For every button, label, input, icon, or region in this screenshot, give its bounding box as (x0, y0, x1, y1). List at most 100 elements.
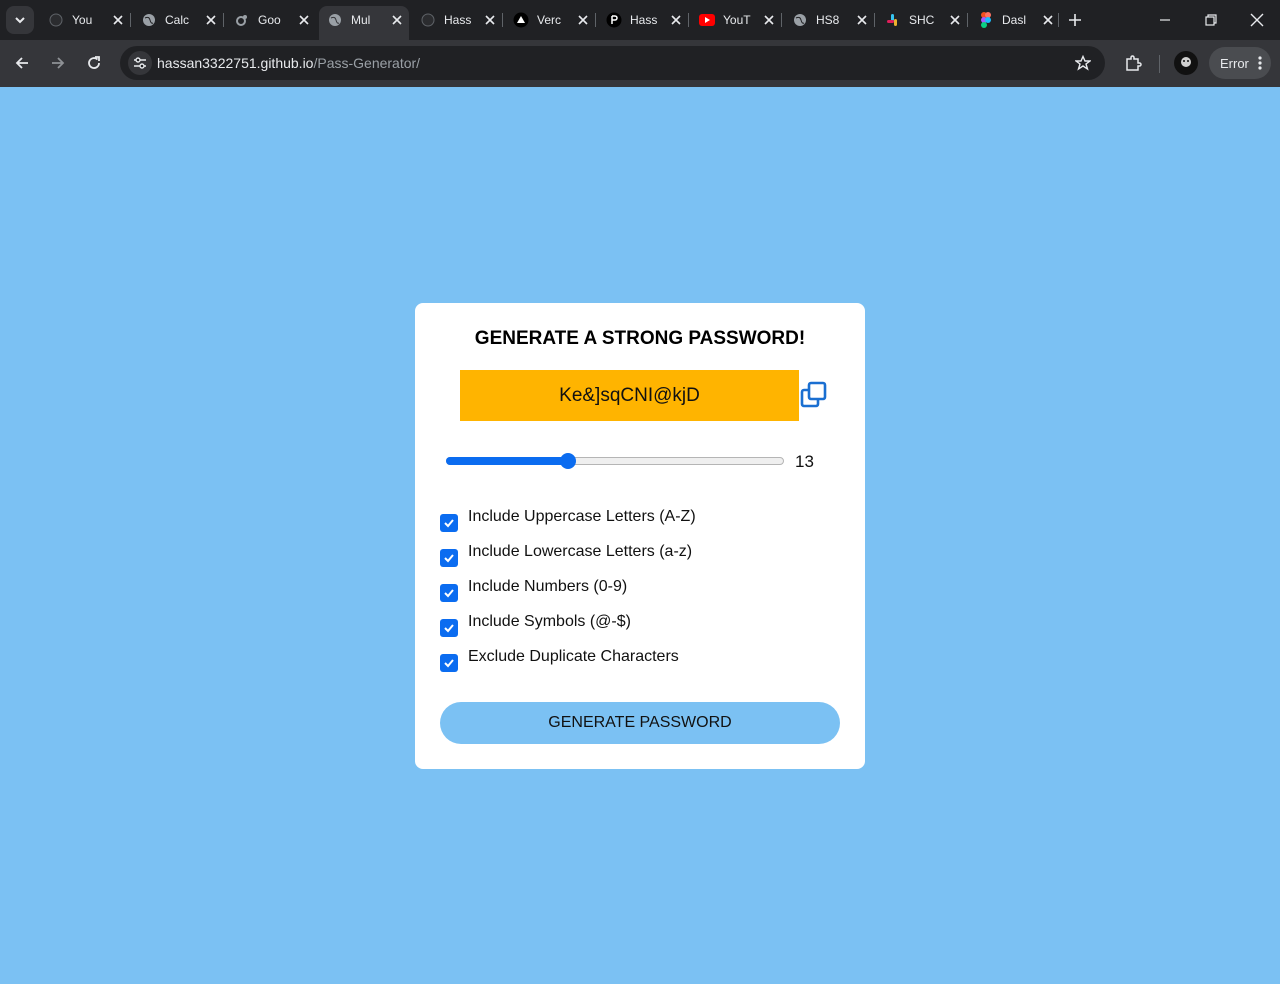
tab-title: HS8 (816, 13, 840, 27)
tab-item[interactable]: Calc (133, 6, 223, 34)
minimize-icon (1160, 19, 1170, 21)
close-icon (1250, 13, 1264, 27)
tab-title: You (72, 13, 93, 27)
option-label: Include Lowercase Letters (a-z) (468, 543, 693, 560)
checkmark-icon (444, 519, 454, 528)
google-colab-icon (234, 12, 250, 28)
star-icon (1075, 55, 1091, 71)
close-window-button[interactable] (1245, 8, 1269, 32)
length-slider-fill (446, 457, 568, 465)
browser-toolbar: hassan3322751.github.io/Pass-Generator/ … (0, 40, 1280, 87)
tab-title: Hass (630, 13, 658, 27)
tab-item[interactable]: Dasl (970, 6, 1060, 34)
close-icon[interactable] (482, 12, 498, 28)
globe-icon (141, 12, 157, 28)
tab-separator (130, 13, 131, 27)
exclude-duplicates-checkbox[interactable] (440, 654, 458, 672)
uppercase-checkbox[interactable] (440, 514, 458, 532)
tab-title: Hass (444, 13, 472, 27)
close-icon[interactable] (947, 12, 963, 28)
tab-separator (595, 13, 596, 27)
lowercase-checkbox[interactable] (440, 549, 458, 567)
length-slider-thumb[interactable] (559, 453, 576, 469)
tab-separator (502, 13, 503, 27)
length-value: 13 (795, 452, 814, 471)
checkmark-icon (444, 659, 454, 668)
restore-button[interactable] (1199, 8, 1223, 32)
extensions-button[interactable] (1122, 52, 1144, 74)
restore-icon (1205, 14, 1217, 26)
tab-title: YouT (723, 13, 751, 27)
chevron-down-icon (15, 17, 25, 24)
tune-icon (134, 57, 146, 69)
toolbar-separator (1159, 55, 1160, 73)
tab-separator (781, 13, 782, 27)
close-icon[interactable] (110, 12, 126, 28)
generate-password-button[interactable]: GENERATE PASSWORD (440, 702, 840, 744)
puzzle-icon (1126, 55, 1142, 71)
tab-title: SHC (909, 13, 935, 27)
option-label: Include Uppercase Letters (A-Z) (468, 508, 696, 525)
address-bar[interactable]: hassan3322751.github.io/Pass-Generator/ (120, 46, 1105, 80)
page-title: GENERATE A STRONG PASSWORD! (474, 328, 806, 349)
close-icon[interactable] (296, 12, 312, 28)
figma-icon (978, 12, 994, 28)
option-label: Exclude Duplicate Characters (468, 648, 679, 665)
tab-item[interactable]: Verc (505, 6, 595, 34)
tab-item[interactable]: HS8 (784, 6, 874, 34)
tab-title: Calc (165, 13, 190, 27)
tab-item[interactable]: Goo (226, 6, 316, 34)
close-icon[interactable] (854, 12, 870, 28)
arrow-left-icon (15, 57, 28, 69)
tab-separator (688, 13, 689, 27)
tab-item[interactable]: YouT (691, 6, 781, 34)
back-button[interactable] (10, 51, 34, 75)
new-tab-button[interactable] (1065, 10, 1085, 30)
tab-item[interactable]: You (40, 6, 130, 34)
option-label: Include Numbers (0-9) (468, 578, 628, 595)
url-host: hassan3322751.github.io (157, 55, 314, 71)
tab-strip: You Calc Goo Mul Hass Verc Hass YouT HS8… (0, 0, 1280, 40)
p-icon (606, 12, 622, 28)
checkmark-icon (444, 554, 454, 563)
error-button[interactable]: Error (1209, 47, 1271, 79)
password-display[interactable]: Ke&]sqCNI@kjD (460, 370, 799, 421)
close-icon[interactable] (668, 12, 684, 28)
slack-icon (885, 12, 901, 28)
password-generator-card: GENERATE A STRONG PASSWORD! Ke&]sqCNI@kj… (415, 303, 865, 769)
globe-icon (327, 12, 343, 28)
bookmark-button[interactable] (1073, 53, 1093, 73)
arrow-right-icon (52, 57, 65, 69)
tab-item[interactable]: Hass (598, 6, 688, 34)
checkmark-icon (444, 589, 454, 598)
close-icon[interactable] (203, 12, 219, 28)
tab-separator (223, 13, 224, 27)
tab-title: Verc (537, 13, 562, 27)
site-info-button[interactable] (128, 51, 152, 75)
copy-button[interactable] (799, 380, 829, 410)
tab-item[interactable]: SHC (877, 6, 967, 34)
forward-button[interactable] (46, 51, 70, 75)
option-label: Include Symbols (@-$) (468, 613, 631, 630)
tab-search-button[interactable] (6, 6, 34, 34)
numbers-checkbox[interactable] (440, 584, 458, 602)
profile-avatar[interactable] (1174, 51, 1198, 75)
close-icon[interactable] (389, 12, 405, 28)
checkmark-icon (444, 624, 454, 633)
globe-icon (792, 12, 808, 28)
close-icon[interactable] (761, 12, 777, 28)
close-icon[interactable] (1040, 12, 1056, 28)
reload-button[interactable] (82, 51, 106, 75)
tab-title: Goo (258, 13, 281, 27)
symbols-checkbox[interactable] (440, 619, 458, 637)
url-text: hassan3322751.github.io/Pass-Generator/ (157, 55, 420, 71)
tab-item[interactable]: Hass (412, 6, 502, 34)
github-icon (48, 12, 64, 28)
more-vert-icon (1258, 56, 1262, 70)
plus-icon (1069, 14, 1081, 26)
minimize-button[interactable] (1153, 8, 1177, 32)
tab-item-active[interactable]: Mul (319, 6, 409, 40)
copy-icon (800, 381, 827, 408)
tab-separator (1058, 13, 1059, 27)
close-icon[interactable] (575, 12, 591, 28)
